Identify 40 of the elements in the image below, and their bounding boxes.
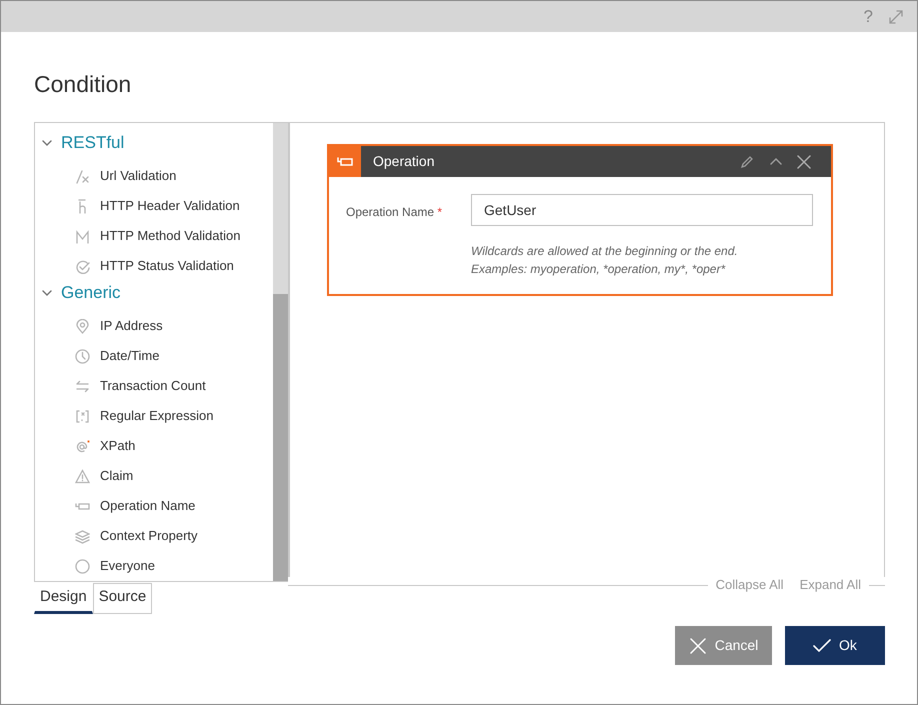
pencil-icon[interactable] [739,154,755,170]
tree-item[interactable]: HTTP Status Validation [35,251,273,281]
close-icon[interactable] [797,154,811,168]
ok-button[interactable]: Ok [785,626,885,665]
hint-text: Wildcards are allowed at the beginning or the end. Examples: myoperation, *operation, my*, *oper* [471,243,739,278]
circle-icon [75,558,90,574]
location-pin-icon [75,318,90,334]
tree-item[interactable]: Everyone [35,551,273,581]
warning-triangle-icon [75,468,90,484]
checkmark-icon [813,638,832,652]
swap-arrows-icon [75,378,90,394]
tree-item[interactable]: Operation Name [35,491,273,521]
tree-item[interactable]: Claim [35,461,273,491]
maximize-icon[interactable] [887,8,905,26]
tree-item[interactable]: Transaction Count [35,371,273,401]
slash-x-icon [75,168,90,184]
dialog-title: Condition [34,70,132,98]
field-label: Operation Name * [346,204,444,221]
tree-group[interactable]: RESTful [35,131,273,155]
operation-tag-icon [337,156,353,168]
tree-item[interactable]: Url Validation [35,161,273,191]
tree-item[interactable]: Date/Time [35,341,273,371]
card-title: Operation [372,152,436,171]
letter-m-icon [75,228,90,244]
tree-item[interactable]: Regular Expression [35,401,273,431]
scrollbar-track[interactable] [273,123,288,581]
tab[interactable]: Source [92,583,152,614]
layers-icon [75,528,90,544]
clock-icon [75,348,90,364]
regex-brackets-icon [75,408,90,424]
tree-item[interactable]: HTTP Header Validation [35,191,273,221]
scrollbar-thumb[interactable] [273,294,288,581]
close-icon [688,636,707,654]
tree-item[interactable]: HTTP Method Validation [35,221,273,251]
tree-item[interactable]: Context Property [35,521,273,551]
tree-item[interactable]: XPath [35,431,273,461]
at-sign-icon [75,438,90,454]
tree-item[interactable]: IP Address [35,311,273,341]
tree-group[interactable]: Generic [35,281,273,305]
operation-name-field[interactable]: GetUser [471,194,813,226]
